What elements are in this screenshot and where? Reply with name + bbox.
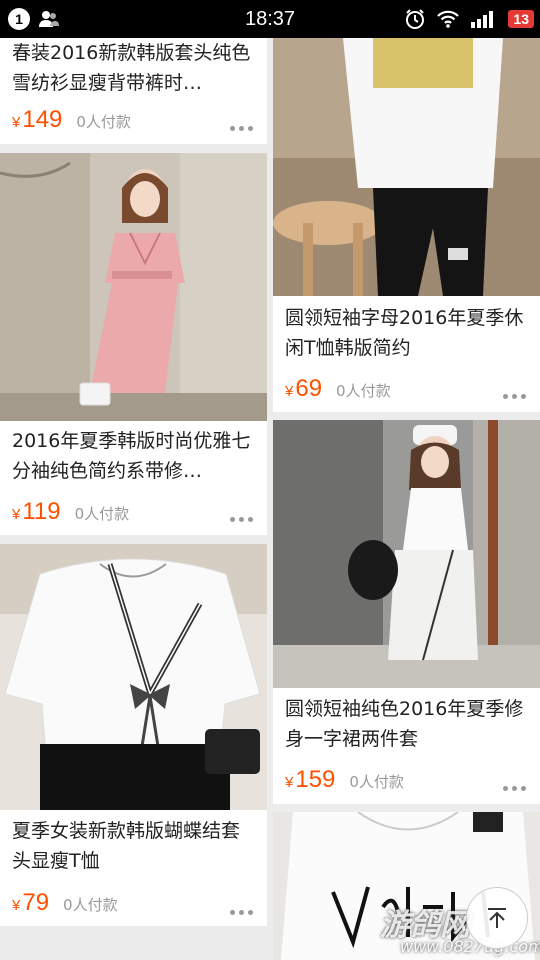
- more-options-icon[interactable]: [230, 126, 253, 131]
- alarm-icon: [406, 9, 425, 29]
- paid-count: 0人付款: [63, 896, 118, 914]
- currency-symbol: ¥: [12, 506, 21, 523]
- product-image[interactable]: [273, 38, 540, 296]
- product-card[interactable]: 2016年夏季韩版时尚优雅七分袖纯色简约系带修… ¥ 119 0人付款: [0, 153, 267, 535]
- product-title: 圆领短袖纯色2016年夏季修身一字裙两件套: [285, 698, 524, 750]
- paid-count: 0人付款: [336, 382, 391, 400]
- price-row: ¥ 149 0人付款: [12, 106, 255, 134]
- status-bar: 1 18:37 13: [0, 0, 540, 38]
- product-card[interactable]: 圆领短袖纯色2016年夏季修身一字裙两件套 ¥ 159 0人付款: [273, 420, 540, 804]
- arrow-up-icon: [488, 908, 506, 928]
- product-price: 119: [22, 498, 61, 525]
- paid-count: 0人付款: [349, 773, 404, 791]
- paid-count: 0人付款: [74, 505, 130, 523]
- pink-dress-photo: [0, 153, 267, 421]
- product-price: 79: [22, 889, 50, 916]
- more-options-icon[interactable]: [503, 394, 526, 399]
- product-title: 圆领短袖字母2016年夏季休闲T恤韩版简约: [285, 307, 524, 359]
- product-image[interactable]: [273, 420, 540, 688]
- product-title: 2016年夏季韩版时尚优雅七分袖纯色简约系带修…: [12, 430, 251, 482]
- product-card[interactable]: 圆领短袖字母2016年夏季休闲T恤韩版简约 ¥ 69 0人付款: [273, 38, 540, 412]
- currency-symbol: ¥: [285, 383, 294, 400]
- product-title: 夏季女装新款韩版蝴蝶结套头显瘦T恤: [12, 820, 241, 872]
- battery-level-badge: 13: [508, 10, 534, 28]
- white-two-piece-photo: [273, 420, 540, 688]
- currency-symbol: ¥: [12, 897, 21, 914]
- more-options-icon[interactable]: [230, 517, 253, 522]
- product-card[interactable]: 夏季女装新款韩版蝴蝶结套头显瘦T恤 ¥ 79 0人付款: [0, 544, 267, 926]
- wifi-icon: [437, 10, 460, 28]
- product-title: 春装2016新款韩版套头纯色雪纺衫显瘦背带裤时…: [12, 42, 251, 94]
- product-price: 159: [295, 766, 336, 793]
- watermark-url: www.0827ug.com: [400, 937, 540, 956]
- product-image[interactable]: [0, 153, 267, 421]
- price-row: ¥ 159 0人付款: [285, 766, 528, 794]
- product-feed[interactable]: 春装2016新款韩版套头纯色雪纺衫显瘦背带裤时… ¥ 149 0人付款 2016…: [0, 38, 540, 960]
- back-to-top-button[interactable]: [466, 887, 528, 949]
- price-row: ¥ 69 0人付款: [285, 375, 528, 403]
- product-image[interactable]: [0, 544, 267, 810]
- white-bow-tshirt-photo: [0, 544, 267, 810]
- more-options-icon[interactable]: [230, 910, 253, 915]
- more-options-icon[interactable]: [503, 786, 526, 791]
- product-card[interactable]: 春装2016新款韩版套头纯色雪纺衫显瘦背带裤时… ¥ 149 0人付款: [0, 38, 267, 144]
- signal-icon: [471, 11, 494, 28]
- currency-symbol: ¥: [285, 774, 294, 791]
- white-tshirt-black-pants-photo: [273, 38, 540, 296]
- price-row: ¥ 119 0人付款: [12, 498, 255, 526]
- price-row: ¥ 79 0人付款: [12, 889, 255, 917]
- currency-symbol: ¥: [12, 114, 21, 131]
- paid-count: 0人付款: [76, 113, 131, 131]
- product-price: 69: [295, 375, 323, 402]
- product-price: 149: [22, 106, 63, 133]
